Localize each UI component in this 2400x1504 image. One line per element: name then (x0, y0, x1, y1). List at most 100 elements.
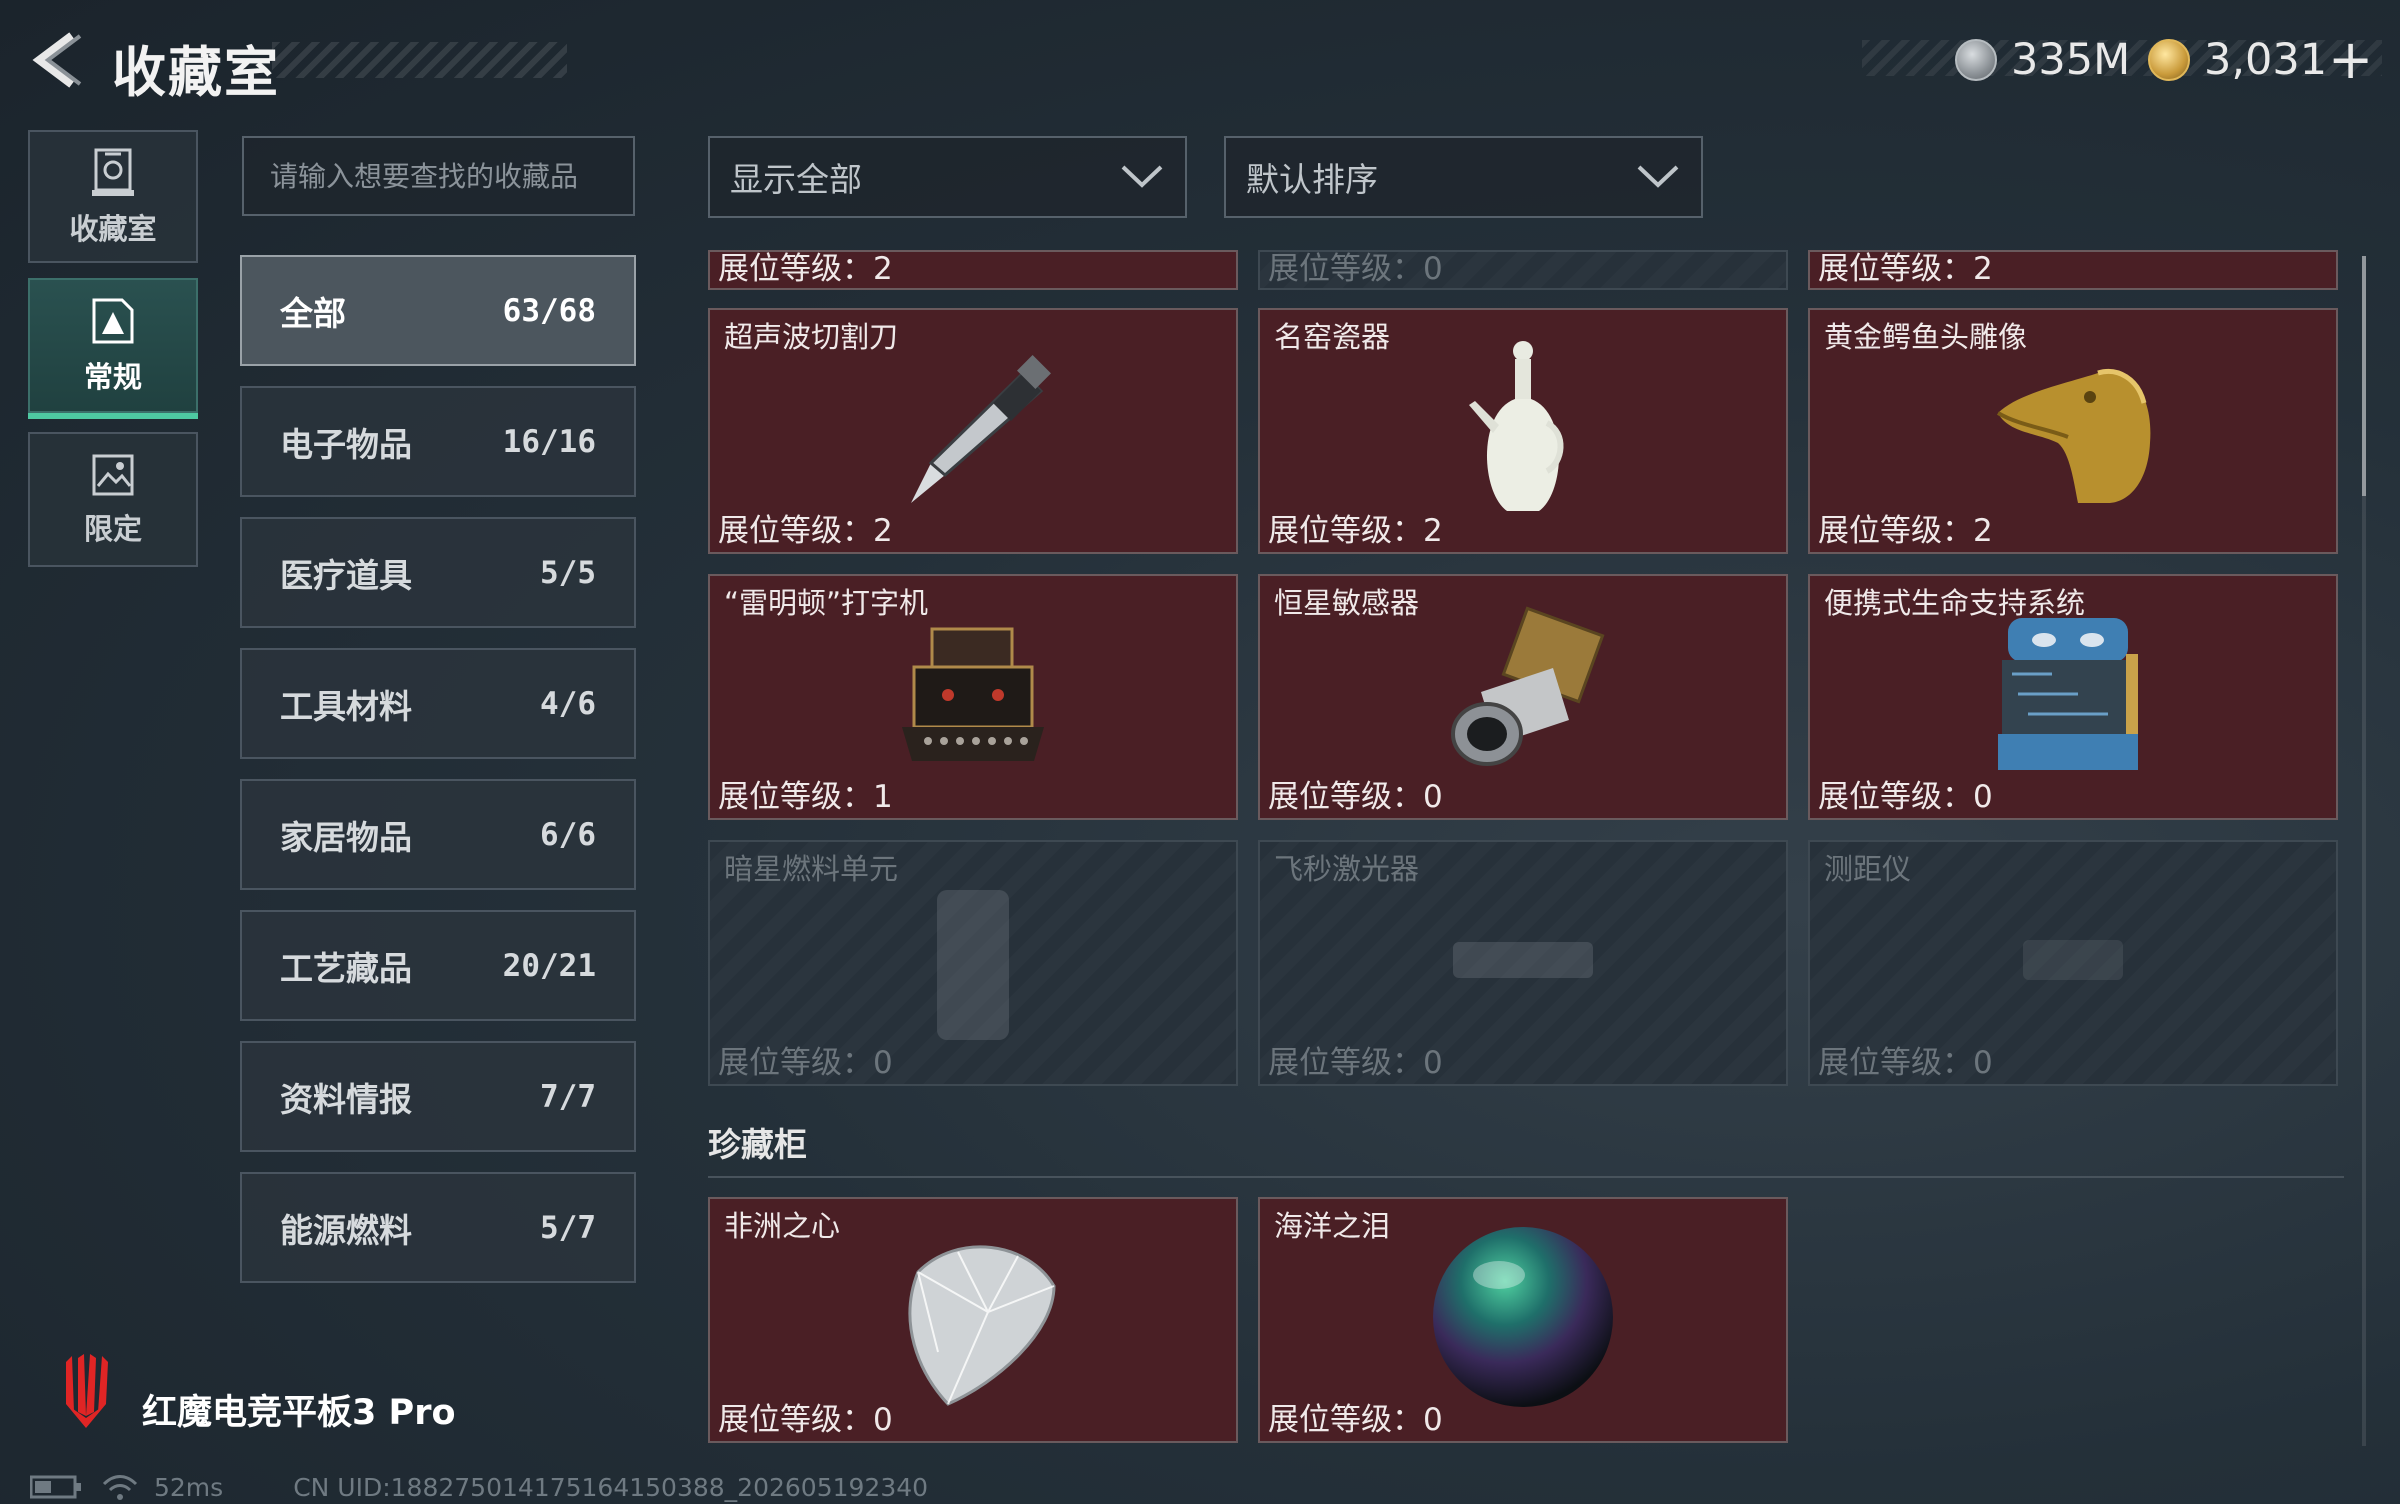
booth-level: 展位等级：2 (718, 513, 893, 549)
treasure-card[interactable]: 海洋之泪 展位等级：0 (1258, 1197, 1788, 1443)
page-title: 收藏室 (112, 41, 280, 104)
nav-general[interactable]: 常规 (28, 278, 198, 419)
ping-value: 52ms (154, 1472, 224, 1502)
search-input[interactable] (242, 136, 635, 216)
back-button[interactable] (28, 30, 88, 90)
category-count: 20/21 (502, 947, 596, 984)
category-name: 工艺藏品 (280, 948, 412, 988)
booth-level: 展位等级：2 (1268, 513, 1443, 549)
silver-coin-icon (1955, 39, 1997, 81)
collection-card[interactable]: 测距仪 展位等级：0 (1808, 840, 2338, 1086)
category-count: 63/68 (502, 292, 596, 329)
gold-currency: 3,031 (2148, 32, 2327, 88)
booth-level: 展位等级：2 (1818, 513, 1993, 549)
selected-indicator (28, 413, 198, 419)
display-filter-dropdown[interactable]: 显示全部 (708, 136, 1187, 218)
category-count: 16/16 (502, 423, 596, 460)
porcelain-vase-icon (1469, 341, 1564, 511)
booth-level: 展位等级：2 (718, 251, 893, 287)
chevron-down-icon (1121, 165, 1163, 188)
chevron-down-icon (1637, 165, 1679, 188)
pearl-icon (1433, 1227, 1613, 1407)
collection-card[interactable]: 展位等级：2 (1808, 250, 2338, 290)
booth-level: 展位等级：0 (718, 1045, 893, 1081)
diamond-icon (908, 1245, 1056, 1406)
nav-label: 限定 (83, 511, 142, 546)
booth-level: 展位等级：2 (1818, 251, 1993, 287)
category-name: 家居物品 (280, 817, 412, 857)
category-count: 5/7 (540, 1209, 596, 1246)
booth-level: 展位等级：0 (1268, 1402, 1443, 1438)
collection-card[interactable]: 黄金鳄鱼头雕像 展位等级：2 (1808, 308, 2338, 554)
category-count: 4/6 (540, 685, 596, 722)
user-uid: CN UID:188275014175164150388_20260519234… (293, 1472, 929, 1502)
category-medical[interactable]: 医疗道具 5/5 (240, 517, 636, 628)
star-sensor-icon (1451, 606, 1605, 766)
sort-dropdown[interactable]: 默认排序 (1224, 136, 1703, 218)
section-divider (708, 1176, 2344, 1178)
collection-card[interactable]: 飞秒激光器 展位等级：0 (1258, 840, 1788, 1086)
collection-card[interactable]: 超声波切割刀 展位等级：2 (708, 308, 1238, 554)
silver-currency-value: 335M (2011, 35, 2131, 85)
sort-value: 默认排序 (1246, 160, 1378, 199)
device-brand: 红魔电竞平板3 Pro (142, 1393, 456, 1433)
booth-level: 展位等级：0 (1268, 1045, 1443, 1081)
booth-level: 展位等级：0 (718, 1402, 893, 1438)
category-crafts[interactable]: 工艺藏品 20/21 (240, 910, 636, 1021)
category-fuel[interactable]: 能源燃料 5/7 (240, 1172, 636, 1283)
category-intel[interactable]: 资料情报 7/7 (240, 1041, 636, 1152)
life-support-icon (1998, 618, 2138, 770)
golden-crocodile-statue-icon (1996, 369, 2151, 503)
category-all[interactable]: 全部 63/68 (240, 255, 636, 366)
treasure-card[interactable]: 非洲之心 展位等级：0 (708, 1197, 1238, 1443)
category-count: 7/7 (540, 1078, 596, 1115)
booth-level: 展位等级：0 (1268, 251, 1443, 287)
brand-logo-icon (58, 1352, 114, 1432)
scrollbar-thumb[interactable] (2362, 256, 2366, 496)
title-decoration (272, 42, 567, 78)
category-name: 能源燃料 (280, 1210, 412, 1250)
laser-icon (1453, 942, 1593, 978)
fuel-cell-icon (937, 890, 1009, 1040)
gold-coin-icon (2148, 39, 2190, 81)
booth-level: 展位等级：1 (718, 779, 893, 815)
picture-frame-icon (92, 298, 134, 343)
booth-level: 展位等级：0 (1818, 779, 1993, 815)
collection-card[interactable]: 名窑瓷器 展位等级：2 (1258, 308, 1788, 554)
status-bar: 52ms CN UID:188275014175164150388_202605… (30, 1472, 928, 1502)
collection-card[interactable]: 展位等级：2 (708, 250, 1238, 290)
nav-collection-room[interactable]: 收藏室 (28, 130, 198, 263)
trophy-icon (92, 148, 134, 196)
booth-level: 展位等级：0 (1818, 1045, 1993, 1081)
rangefinder-icon (2023, 940, 2123, 980)
display-filter-value: 显示全部 (730, 160, 862, 199)
silver-currency: 335M (1955, 32, 2130, 88)
wifi-icon (102, 1475, 138, 1500)
nav-label: 常规 (83, 359, 142, 394)
nav-limited[interactable]: 限定 (28, 432, 198, 567)
add-currency-button[interactable]: + (2328, 28, 2373, 91)
category-name: 电子物品 (280, 424, 412, 464)
category-name: 工具材料 (280, 686, 412, 726)
collection-card[interactable]: 展位等级：0 (1258, 250, 1788, 290)
collection-card[interactable]: 恒星敏感器 展位等级：0 (1258, 574, 1788, 820)
category-count: 6/6 (540, 816, 596, 853)
category-name: 资料情报 (280, 1079, 412, 1119)
landscape-frame-icon (92, 454, 134, 495)
category-tools[interactable]: 工具材料 4/6 (240, 648, 636, 759)
category-electronics[interactable]: 电子物品 16/16 (240, 386, 636, 497)
ultrasonic-knife-icon (911, 355, 1051, 503)
battery-icon (30, 1475, 81, 1499)
booth-level: 展位等级：0 (1268, 779, 1443, 815)
typewriter-icon (902, 627, 1044, 761)
collection-card[interactable]: “雷明顿”打字机 展位等级：1 (708, 574, 1238, 820)
category-household[interactable]: 家居物品 6/6 (240, 779, 636, 890)
gold-currency-value: 3,031 (2204, 35, 2328, 85)
collection-card[interactable]: 便携式生命支持系统 展位等级：0 (1808, 574, 2338, 820)
nav-label: 收藏室 (69, 211, 157, 246)
section-title: 珍藏柜 (708, 1125, 807, 1164)
category-name: 医疗道具 (280, 555, 412, 595)
category-name: 全部 (280, 293, 346, 333)
collection-card[interactable]: 暗星燃料单元 展位等级：0 (708, 840, 1238, 1086)
back-arrow-icon (32, 32, 82, 88)
